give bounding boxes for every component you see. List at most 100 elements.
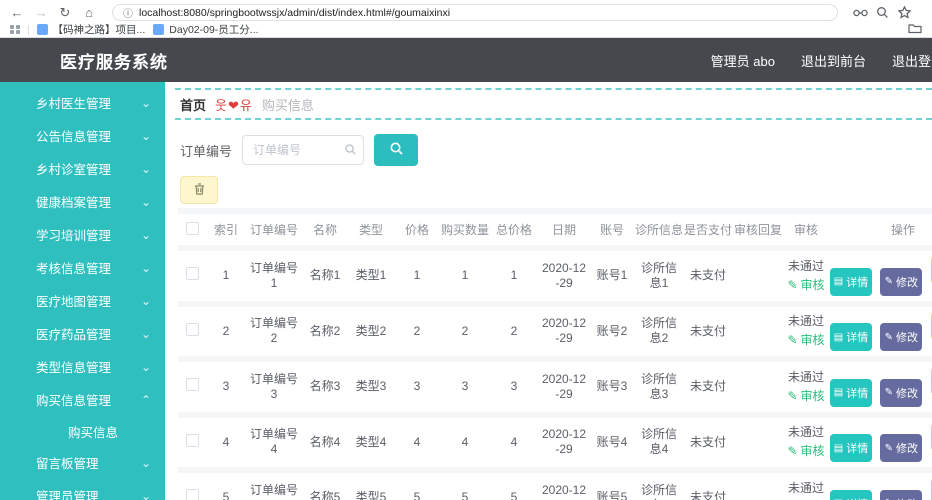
cell-review: 未通过 ✎ 审核 bbox=[784, 362, 828, 412]
chevron-icon: ⌄ bbox=[141, 129, 151, 143]
home-icon[interactable]: ⌂ bbox=[80, 6, 98, 19]
exit-to-front-link[interactable]: 退出到前台 bbox=[801, 51, 866, 70]
review-link[interactable]: ✎ 审核 bbox=[787, 278, 824, 293]
cell-name: 名称4 bbox=[302, 418, 348, 468]
edit-button[interactable]: ✎ 修改 bbox=[880, 379, 922, 407]
cell-actions: ▤ 详情 ✎ 修改 bbox=[828, 362, 932, 412]
batch-delete-button[interactable] bbox=[180, 176, 218, 204]
detail-button[interactable]: ▤ 详情 bbox=[830, 379, 872, 407]
cell-clinic-info: 诊所信息5 bbox=[634, 473, 684, 500]
cell-name: 名称3 bbox=[302, 362, 348, 412]
edit-button[interactable]: ✎ 修改 bbox=[880, 434, 922, 462]
grid-icon[interactable] bbox=[10, 25, 20, 35]
edit-button[interactable]: ✎ 修改 bbox=[880, 323, 922, 351]
bookmark-star-icon[interactable] bbox=[896, 6, 912, 20]
logout-link[interactable]: 退出登录 bbox=[892, 51, 932, 70]
detail-button-label: 详情 bbox=[846, 274, 868, 290]
chevron-icon: ⌄ bbox=[141, 489, 151, 500]
table-row: 1 订单编号1 名称1 类型1 1 1 1 2020-12-29 账号1 诊所信… bbox=[178, 251, 932, 301]
review-link-label: 审核 bbox=[801, 444, 825, 459]
review-link[interactable]: ✎ 审核 bbox=[787, 389, 824, 404]
breadcrumb-home[interactable]: 首页 bbox=[180, 95, 206, 114]
sidebar-item-2[interactable]: 公告信息管理 ⌄ bbox=[0, 119, 165, 152]
sidebar-item-label: 购买信息管理 bbox=[36, 390, 111, 409]
sidebar-item-10[interactable]: 购买信息管理 ⌃ bbox=[0, 383, 165, 416]
detail-button[interactable]: ▤ 详情 bbox=[830, 434, 872, 462]
sidebar-item-12[interactable]: 管理员管理 ⌄ bbox=[0, 479, 165, 500]
column-header: 操作 bbox=[828, 214, 932, 245]
cell-payment-status: 未支付 bbox=[684, 473, 732, 500]
review-link[interactable]: ✎ 审核 bbox=[787, 333, 824, 348]
bookmark-item-2[interactable]: Day02-09-员工分... bbox=[153, 22, 258, 37]
cell-quantity: 1 bbox=[440, 251, 490, 301]
back-icon[interactable]: ← bbox=[8, 6, 26, 19]
cell-type: 类型1 bbox=[348, 251, 394, 301]
detail-button[interactable]: ▤ 详情 bbox=[830, 490, 872, 500]
bookmark-item-1[interactable]: 【码神之路】项目... bbox=[37, 22, 146, 37]
cell-clinic-info: 诊所信息3 bbox=[634, 362, 684, 412]
header-right: 管理员 abo 退出到前台 退出登录 bbox=[711, 51, 932, 70]
pencil-icon: ✎ bbox=[787, 389, 797, 404]
cell-total-price: 1 bbox=[490, 251, 538, 301]
sidebar-item-label: 健康档案管理 bbox=[36, 192, 111, 211]
sidebar-item-5[interactable]: 学习培训管理 ⌄ bbox=[0, 218, 165, 251]
document-icon: ▤ bbox=[834, 443, 843, 454]
column-header: 索引 bbox=[206, 214, 246, 245]
cell-index: 5 bbox=[206, 473, 246, 500]
row-checkbox[interactable] bbox=[186, 267, 199, 280]
cell-account: 账号3 bbox=[590, 362, 634, 412]
sidebar-item-3[interactable]: 乡村诊室管理 ⌄ bbox=[0, 152, 165, 185]
sidebar-item-1[interactable]: 乡村医生管理 ⌄ bbox=[0, 86, 165, 119]
bookmark-favicon bbox=[153, 24, 164, 35]
zoom-icon[interactable] bbox=[874, 6, 890, 20]
sidebar-item-11[interactable]: 留言板管理 ⌄ bbox=[0, 446, 165, 479]
review-link-label: 审核 bbox=[801, 278, 825, 293]
cell-quantity: 2 bbox=[440, 307, 490, 357]
sidebar-subitem-label: 购买信息 bbox=[68, 422, 118, 441]
sidebar-item-8[interactable]: 医疗药品管理 ⌄ bbox=[0, 317, 165, 350]
breadcrumb-current: 购买信息 bbox=[262, 95, 314, 114]
page-info-icon[interactable]: ⓘ bbox=[123, 5, 133, 20]
row-checkbox[interactable] bbox=[186, 323, 199, 336]
sidebar-item-label: 医疗地图管理 bbox=[36, 291, 111, 310]
admin-user-label[interactable]: 管理员 abo bbox=[711, 51, 775, 70]
glasses-icon[interactable] bbox=[852, 6, 868, 20]
detail-button[interactable]: ▤ 详情 bbox=[830, 268, 872, 296]
sidebar-subitem[interactable]: 购买信息 bbox=[0, 416, 165, 446]
detail-button[interactable]: ▤ 详情 bbox=[830, 323, 872, 351]
row-checkbox[interactable] bbox=[186, 434, 199, 447]
column-header: 审核回复 bbox=[732, 214, 784, 245]
sidebar-item-label: 乡村医生管理 bbox=[36, 93, 111, 112]
search-button[interactable] bbox=[374, 134, 418, 166]
sidebar-menu: 乡村医生管理 ⌄ 公告信息管理 ⌄ 乡村诊室管理 ⌄ 健康档案管理 ⌄ 学习培训… bbox=[0, 82, 165, 500]
refresh-icon[interactable]: ↻ bbox=[56, 6, 74, 19]
column-header: 名称 bbox=[302, 214, 348, 245]
edit-button[interactable]: ✎ 修改 bbox=[880, 268, 922, 296]
cell-review: 未通过 ✎ 审核 bbox=[784, 418, 828, 468]
cell-review-reply bbox=[732, 251, 784, 301]
chevron-icon: ⌄ bbox=[141, 96, 151, 110]
review-link[interactable]: ✎ 审核 bbox=[787, 444, 824, 459]
review-link-label: 审核 bbox=[801, 333, 825, 348]
sidebar-item-7[interactable]: 医疗地图管理 ⌄ bbox=[0, 284, 165, 317]
column-header: 订单编号 bbox=[246, 214, 302, 245]
chevron-icon: ⌄ bbox=[141, 195, 151, 209]
sidebar-item-9[interactable]: 类型信息管理 ⌄ bbox=[0, 350, 165, 383]
cell-price: 4 bbox=[394, 418, 440, 468]
cell-price: 5 bbox=[394, 473, 440, 500]
chevron-icon: ⌄ bbox=[141, 261, 151, 275]
bookmarks-folder-icon[interactable] bbox=[908, 21, 922, 39]
url-bar[interactable]: ⓘ localhost:8080/springbootwssjx/admin/d… bbox=[112, 4, 838, 21]
sidebar-item-6[interactable]: 考核信息管理 ⌄ bbox=[0, 251, 165, 284]
trash-icon bbox=[194, 183, 205, 198]
select-all-checkbox[interactable] bbox=[186, 222, 199, 235]
edit-button[interactable]: ✎ 修改 bbox=[880, 490, 922, 500]
column-header: 类型 bbox=[348, 214, 394, 245]
search-label: 订单编号 bbox=[180, 141, 232, 160]
column-header: 诊所信息 bbox=[634, 214, 684, 245]
row-checkbox[interactable] bbox=[186, 489, 199, 500]
cell-select bbox=[178, 362, 206, 412]
row-checkbox[interactable] bbox=[186, 378, 199, 391]
forward-icon[interactable]: → bbox=[32, 6, 50, 19]
sidebar-item-4[interactable]: 健康档案管理 ⌄ bbox=[0, 185, 165, 218]
